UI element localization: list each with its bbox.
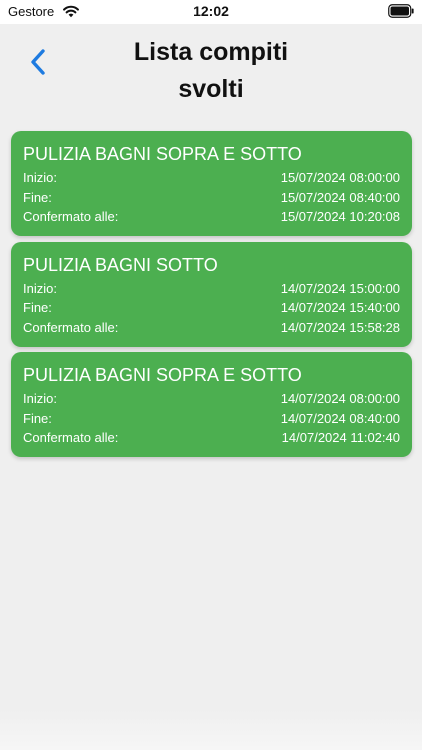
task-start-value: 14/07/2024 15:00:00	[280, 280, 400, 296]
header: Lista compiti svolti	[0, 24, 422, 120]
task-start-label: Inizio:	[23, 280, 57, 296]
task-end-row: Fine: 14/07/2024 15:40:00	[23, 298, 400, 318]
task-card[interactable]: PULIZIA BAGNI SOPRA E SOTTO Inizio: 14/0…	[11, 352, 412, 457]
task-card[interactable]: PULIZIA BAGNI SOPRA E SOTTO Inizio: 15/0…	[11, 131, 412, 236]
task-confirmed-label: Confermato alle:	[23, 319, 119, 335]
task-confirmed-row: Confermato alle: 14/07/2024 11:02:40	[23, 428, 400, 448]
task-start-row: Inizio: 15/07/2024 08:00:00	[23, 168, 400, 188]
task-end-label: Fine:	[23, 410, 52, 426]
task-end-label: Fine:	[23, 189, 52, 205]
task-confirmed-value: 14/07/2024 15:58:28	[280, 319, 400, 335]
task-confirmed-row: Confermato alle: 14/07/2024 15:58:28	[23, 318, 400, 338]
task-confirmed-label: Confermato alle:	[23, 209, 119, 224]
task-end-row: Fine: 15/07/2024 08:40:00	[23, 188, 400, 208]
page-title-line-2: svolti	[178, 75, 244, 103]
task-end-value: 14/07/2024 08:40:00	[280, 410, 400, 426]
status-time: 12:02	[193, 3, 229, 19]
task-start-row: Inizio: 14/07/2024 15:00:00	[23, 279, 400, 299]
back-button[interactable]	[20, 42, 56, 82]
task-end-value: 14/07/2024 15:40:00	[280, 300, 400, 315]
task-start-value: 14/07/2024 08:00:00	[280, 391, 400, 406]
bottom-area	[0, 710, 422, 750]
task-start-label: Inizio:	[23, 170, 57, 185]
task-card[interactable]: PULIZIA BAGNI SOTTO Inizio: 14/07/2024 1…	[11, 241, 412, 347]
task-end-value: 15/07/2024 08:40:00	[280, 189, 400, 205]
task-title: PULIZIA BAGNI SOPRA E SOTTO	[23, 365, 302, 385]
task-start-label: Inizio:	[23, 391, 57, 406]
status-bar: Gestore 12:02	[0, 0, 422, 24]
page-title-line-1: Lista compiti	[133, 38, 289, 66]
task-confirmed-value: 15/07/2024 10:20:08	[280, 209, 400, 224]
task-end-label: Fine:	[23, 300, 52, 315]
task-start-value: 15/07/2024 08:00:00	[280, 170, 400, 185]
task-confirmed-label: Confermato alle:	[23, 430, 119, 445]
chevron-left-icon	[31, 49, 45, 75]
task-title: PULIZIA BAGNI SOTTO	[23, 254, 218, 275]
task-confirmed-row: Confermato alle: 15/07/2024 10:20:08	[23, 207, 400, 227]
task-confirmed-value: 14/07/2024 11:02:40	[281, 430, 400, 445]
page-title: Lista compiti svolti	[100, 34, 322, 108]
task-end-row: Fine: 14/07/2024 08:40:00	[23, 409, 400, 429]
battery-icon	[388, 4, 414, 18]
task-list: PULIZIA BAGNI SOPRA E SOTTO Inizio: 15/0…	[11, 131, 412, 463]
task-title: PULIZIA BAGNI SOPRA E SOTTO	[23, 144, 302, 164]
task-start-row: Inizio: 14/07/2024 08:00:00	[23, 389, 400, 409]
